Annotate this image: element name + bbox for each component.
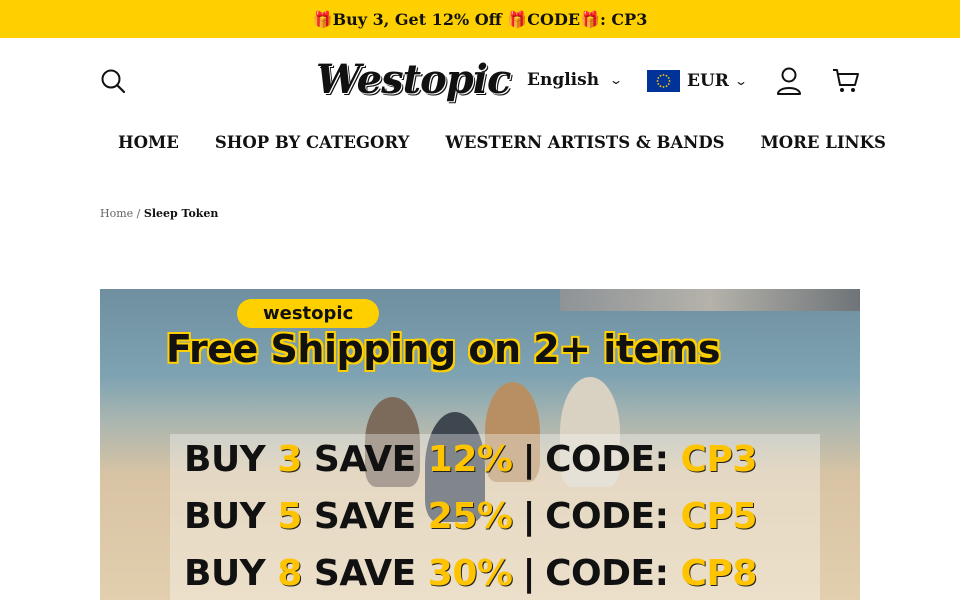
nav-item-shop-by-category[interactable]: SHOP BY CATEGORY (215, 133, 410, 152)
site-logo[interactable]: Westopic (316, 56, 511, 103)
offer-row: BUY 3 SAVE 12% | CODE: CP3 (184, 439, 757, 480)
brand-pill: westopic (237, 299, 380, 328)
language-label: English (527, 70, 600, 90)
account-icon[interactable] (774, 66, 804, 96)
nav-item-western-artists-bands[interactable]: WESTERN ARTISTS & BANDS (445, 133, 724, 152)
chevron-down-icon: ⌄ (609, 73, 624, 87)
banner-headline: Free Shipping on 2+ items (166, 327, 720, 371)
nav-item-home[interactable]: HOME (118, 133, 179, 152)
breadcrumb: Home / Sleep Token (100, 207, 218, 220)
offer-percent: 12% (427, 439, 513, 480)
offer-save: SAVE (313, 496, 416, 537)
announcement-bar: 🎁Buy 3, Get 12% Off 🎁CODE🎁: CP3 (0, 0, 960, 38)
offer-buy: BUY (184, 439, 266, 480)
search-icon[interactable] (98, 66, 128, 96)
main-navigation: HOME SHOP BY CATEGORY WESTERN ARTISTS & … (118, 133, 886, 152)
breadcrumb-home[interactable]: Home (100, 207, 133, 220)
offer-percent: 25% (427, 496, 513, 537)
language-selector[interactable]: English ⌄ (527, 70, 624, 90)
chevron-down-icon: ⌄ (733, 74, 748, 88)
offer-save: SAVE (313, 439, 416, 480)
offer-code-label: CODE: (545, 553, 669, 594)
offer-row: BUY 5 SAVE 25% | CODE: CP5 (184, 496, 757, 537)
currency-selector[interactable]: EUR ⌄ (647, 70, 748, 92)
offer-code: CP3 (680, 439, 758, 480)
offer-row: BUY 8 SAVE 30% | CODE: CP8 (184, 553, 757, 594)
announcement-text: 🎁Buy 3, Get 12% Off 🎁CODE🎁: CP3 (312, 9, 648, 29)
promo-banner[interactable]: westopic Free Shipping on 2+ items BUY 3… (100, 289, 860, 600)
offer-qty: 5 (277, 496, 302, 537)
offer-save: SAVE (313, 553, 416, 594)
banner-rocks (560, 289, 860, 311)
offer-code-label: CODE: (545, 496, 669, 537)
offer-qty: 8 (277, 553, 302, 594)
eu-flag-icon (647, 70, 680, 92)
offer-percent: 30% (427, 553, 513, 594)
breadcrumb-separator: / (136, 207, 141, 220)
cart-icon[interactable] (830, 66, 862, 96)
offer-code: CP5 (680, 496, 758, 537)
nav-item-more-links[interactable]: MORE LINKS (761, 133, 886, 152)
site-header: Westopic English ⌄ EUR ⌄ (0, 38, 960, 128)
offer-code: CP8 (680, 553, 758, 594)
offer-buy: BUY (184, 496, 266, 537)
currency-label: EUR (687, 71, 729, 91)
breadcrumb-current: Sleep Token (143, 207, 219, 220)
offer-code-label: CODE: (545, 439, 669, 480)
offer-buy: BUY (184, 553, 266, 594)
offer-qty: 3 (277, 439, 302, 480)
